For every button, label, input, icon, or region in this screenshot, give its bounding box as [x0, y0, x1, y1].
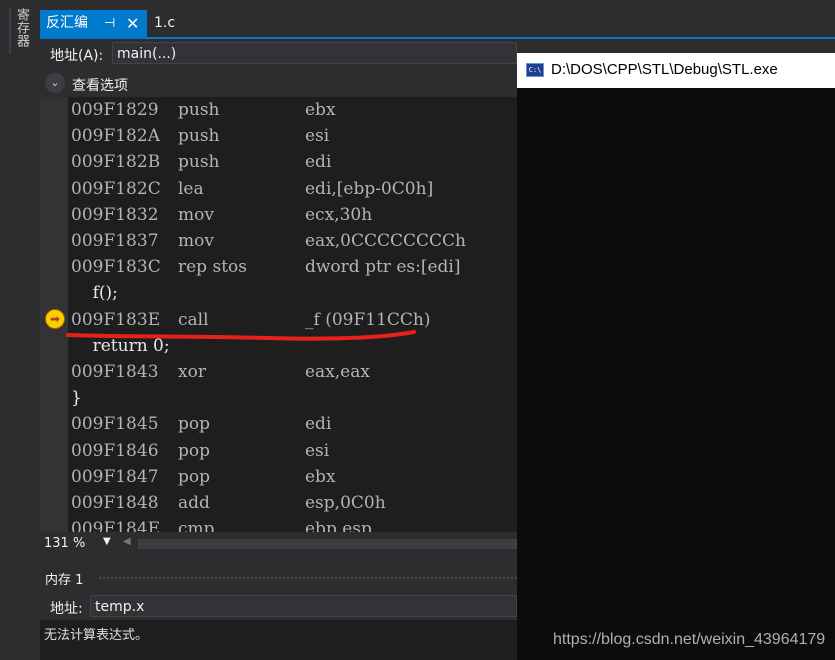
instruction-address: 009F1845	[71, 414, 159, 435]
instruction-address: 009F182C	[71, 178, 161, 199]
instruction-operands: ebx	[305, 466, 336, 487]
instruction-operands: esi	[305, 126, 330, 147]
instruction-operands: eax,0CCCCCCCCh	[305, 231, 467, 251]
zoom-level[interactable]: 131 %	[44, 536, 85, 551]
disassembly-code-view[interactable]: 009F1829 push ebx 009F182A push esi 009F182B pu…	[68, 97, 517, 532]
instruction-mnemonic: add	[178, 493, 210, 513]
instruction-mnemonic: pop	[178, 414, 210, 435]
instruction-address: 009F1829	[71, 100, 159, 120]
instruction-mnemonic: push	[178, 152, 220, 173]
instruction-mnemonic: mov	[178, 204, 214, 225]
memory-panel-title-bar: 内存 1	[40, 566, 517, 590]
memory-address-label: 地址:	[50, 601, 83, 617]
instruction-operands: ebp,esp	[305, 519, 372, 532]
console-title-bar[interactable]: C:\ D:\DOS\CPP\STL\Debug\STL.exe	[517, 53, 835, 88]
tab-disassembly-label: 反汇编	[46, 15, 88, 31]
view-options-label[interactable]: 查看选项	[72, 75, 128, 95]
instruction-operands: edi	[305, 152, 332, 173]
tab-source-file[interactable]: 1.c	[154, 10, 175, 37]
instruction-mnemonic: rep stos	[178, 257, 247, 278]
pin-icon[interactable]: ⊣	[104, 10, 115, 37]
instruction-address: 009F183C	[71, 257, 161, 278]
instruction-mnemonic: push	[178, 100, 220, 120]
instruction-mnemonic: push	[178, 126, 220, 147]
instruction-operands: eax,eax	[305, 362, 370, 382]
console-window[interactable]: C:\ D:\DOS\CPP\STL\Debug\STL.exe	[517, 53, 835, 660]
instruction-address: 009F1837	[71, 231, 159, 251]
instruction-operands: dword ptr es:[edi]	[305, 257, 461, 278]
memory-content: 无法计算表达式。	[40, 620, 517, 660]
zoom-dropdown-icon[interactable]: ▼	[103, 536, 111, 547]
instruction-address: 009F182A	[71, 126, 160, 147]
instruction-operands: esi	[305, 440, 330, 461]
registers-tab[interactable]: 寄存器	[9, 8, 29, 54]
source-line[interactable]: }	[71, 385, 82, 411]
console-app-icon: C:\	[526, 63, 544, 77]
instruction-mnemonic: cmp	[178, 519, 215, 532]
instruction-address: 009F1846	[71, 440, 159, 461]
instruction-mnemonic: pop	[178, 466, 210, 487]
instruction-operands: edi,[ebp-0C0h]	[305, 178, 434, 199]
watermark: https://blog.csdn.net/weixin_43964179	[553, 631, 826, 648]
instruction-address: 009F182B	[71, 152, 161, 173]
memory-panel-title: 内存 1	[45, 573, 84, 588]
horizontal-scrollbar[interactable]	[138, 539, 517, 549]
instruction-operands: ebx	[305, 100, 336, 120]
console-title: D:\DOS\CPP\STL\Debug\STL.exe	[551, 61, 778, 78]
address-row: 地址(A): main(...)	[40, 39, 517, 67]
memory-error-message: 无法计算表达式。	[44, 628, 149, 643]
instruction-operands: edi	[305, 414, 332, 435]
red-highlight-underline	[66, 330, 416, 341]
instruction-mnemonic: xor	[178, 362, 206, 382]
address-input[interactable]: main(...)	[112, 42, 517, 64]
memory-address-row: 地址: temp.x	[40, 592, 517, 620]
scroll-left-icon[interactable]: ◀	[123, 536, 131, 547]
view-options-row: ⌄ 查看选项	[40, 69, 517, 97]
instruction-pointer-arrow-icon: ➡	[45, 309, 65, 329]
instruction-address: 009F1843	[71, 362, 159, 382]
instruction-mnemonic: pop	[178, 440, 210, 461]
zoom-bar: 131 % ▼ ◀	[40, 532, 517, 556]
instruction-mnemonic: mov	[178, 231, 214, 251]
instruction-address: 009F1847	[71, 466, 159, 487]
source-line[interactable]: f();	[71, 280, 118, 306]
instruction-address: 009F1848	[71, 493, 159, 513]
instruction-mnemonic: lea	[178, 178, 204, 199]
address-label: 地址(A):	[50, 48, 104, 64]
document-tab-bar: 反汇编 ⊣ ✕ 1.c	[40, 10, 835, 37]
panel-drag-grip[interactable]	[98, 576, 517, 581]
instruction-address: 009F1832	[71, 204, 159, 225]
tab-disassembly[interactable]: 反汇编 ⊣ ✕	[40, 10, 147, 37]
instruction-operands: esp,0C0h	[305, 493, 386, 513]
close-icon[interactable]: ✕	[126, 10, 139, 37]
chevron-down-icon[interactable]: ⌄	[45, 73, 65, 93]
instruction-operands: ecx,30h	[305, 204, 373, 225]
memory-address-input[interactable]: temp.x	[90, 595, 517, 617]
left-tool-strip: 寄存器	[0, 0, 40, 660]
instruction-address: 009F184E	[71, 519, 161, 532]
